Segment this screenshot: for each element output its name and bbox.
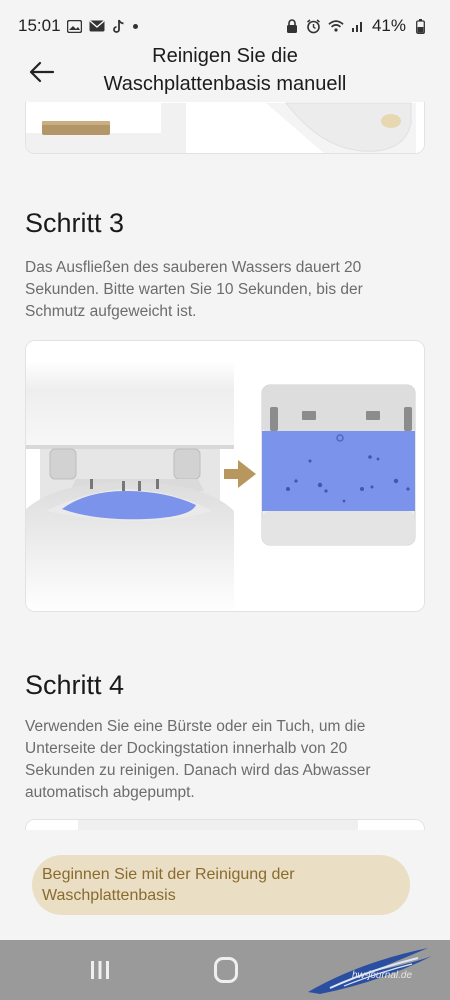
- watermark-text: hw-journal.de: [352, 970, 413, 981]
- step-3-illustration: [26, 341, 424, 611]
- system-nav-bar: hw-journal.de: [0, 940, 450, 1000]
- back-arrow-icon: [29, 61, 55, 83]
- dot-icon: [132, 23, 138, 29]
- scroll-content[interactable]: Schritt 3 Das Ausfließen des sauberen Wa…: [0, 102, 450, 830]
- recent-apps-button[interactable]: [88, 958, 112, 982]
- image-icon: [67, 18, 83, 34]
- lock-icon: [284, 18, 300, 34]
- battery-icon: [412, 18, 428, 34]
- status-time: 15:01: [18, 16, 61, 35]
- step-3-title: Schritt 3: [25, 208, 125, 238]
- wifi-icon: [328, 18, 344, 34]
- recent-apps-icon: [91, 961, 109, 979]
- step-3-illustration-card: [25, 340, 425, 612]
- signal-icon: [350, 18, 366, 34]
- start-cleaning-button[interactable]: Beginnen Sie mit der Reinigung der Wasch…: [32, 855, 410, 915]
- app-bar: Reinigen Sie die Waschplattenbasis manue…: [0, 40, 450, 102]
- back-button[interactable]: [24, 54, 60, 90]
- step-4-illustration-card: [25, 819, 425, 830]
- step-2-illustration: [26, 102, 424, 153]
- tiktok-icon: [111, 18, 127, 34]
- step-3-description: Das Ausfließen des sauberen Wassers daue…: [25, 259, 363, 320]
- step-4-illustration: [26, 820, 424, 830]
- home-button[interactable]: [214, 957, 238, 983]
- mail-icon: [89, 18, 105, 34]
- step-2-illustration-card: [25, 102, 425, 154]
- step-4-description: Verwenden Sie eine Bürste oder ein Tuch,…: [25, 718, 371, 801]
- alarm-icon: [306, 18, 322, 34]
- bottom-action-area: Beginnen Sie mit der Reinigung der Wasch…: [0, 830, 450, 940]
- page-title: Reinigen Sie die Waschplattenbasis manue…: [103, 45, 347, 95]
- step-4-title: Schritt 4: [25, 670, 125, 700]
- battery-level: 41%: [371, 16, 406, 35]
